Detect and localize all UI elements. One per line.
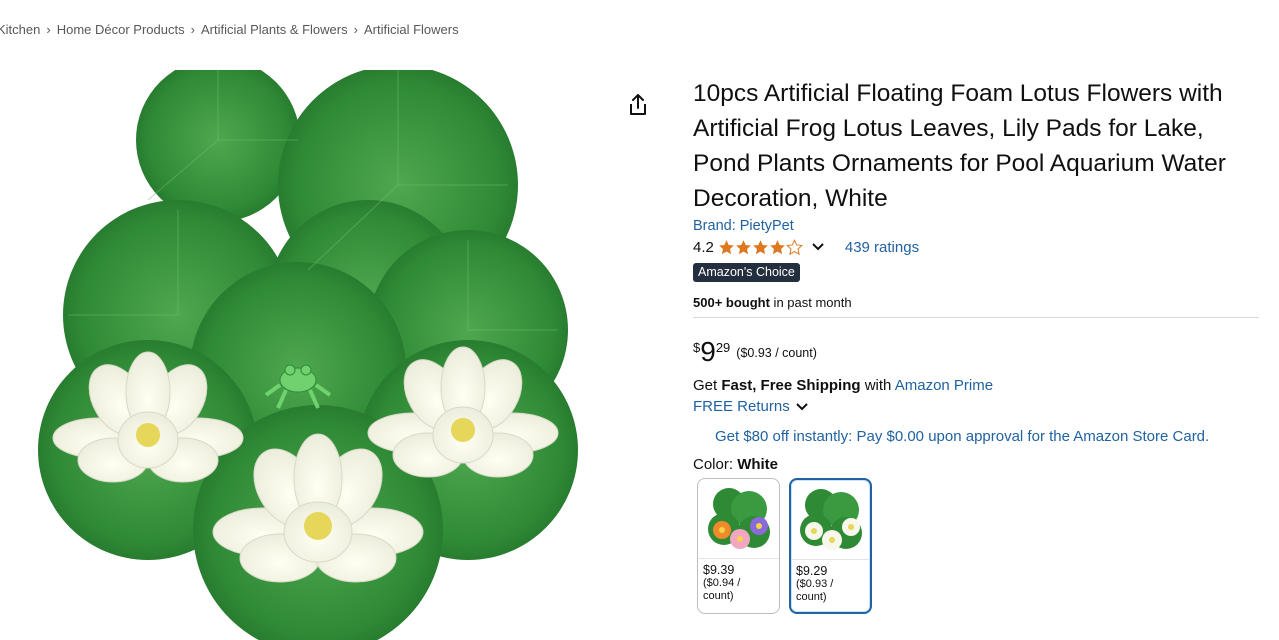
product-title: 10pcs Artificial Floating Foam Lotus Flo… bbox=[693, 80, 1226, 212]
rating-row: 4.2 439 ratings bbox=[693, 236, 1259, 258]
breadcrumb-separator: › bbox=[46, 22, 51, 37]
amazons-choice-badge[interactable]: Amazon's Choice bbox=[693, 263, 800, 282]
swatch-unit-price: ($0.93 / bbox=[796, 578, 834, 590]
breadcrumb: Kitchen › Home Décor Products › Artificial P… bbox=[0, 22, 459, 37]
brand-link[interactable]: Brand: PietyPet bbox=[693, 218, 1259, 234]
swatch-unit-price: count) bbox=[703, 590, 734, 602]
color-label-prefix: Color: bbox=[693, 456, 738, 473]
swatch-image bbox=[698, 479, 779, 559]
breadcrumb-item-artificial-flowers[interactable]: Artificial Flowers bbox=[364, 22, 459, 37]
star-full-icon bbox=[736, 239, 751, 254]
star-empty-icon bbox=[785, 238, 803, 255]
price-whole: 9 bbox=[700, 336, 716, 367]
color-selector-label: Color: White bbox=[693, 456, 1259, 473]
bought-suffix: in past month bbox=[769, 295, 852, 310]
color-swatch-white[interactable]: $9.29 ($0.93 / count) bbox=[789, 478, 872, 614]
bought-count: 500+ bought bbox=[693, 295, 770, 310]
price-symbol: $ bbox=[693, 340, 701, 355]
free-returns-label: FREE Returns bbox=[693, 398, 790, 415]
shipping-mid: with bbox=[860, 377, 895, 394]
star-full-icon bbox=[719, 239, 734, 254]
swatch-price: $9.39 bbox=[703, 563, 735, 577]
ratings-count-link[interactable]: 439 ratings bbox=[845, 239, 919, 256]
star-full-icon bbox=[770, 239, 785, 254]
chevron-down-icon[interactable] bbox=[811, 242, 825, 252]
shipping-info: Get Fast, Free Shipping with Amazon Prim… bbox=[693, 377, 1259, 394]
share-icon[interactable] bbox=[626, 92, 650, 118]
product-details: 10pcs Artificial Floating Foam Lotus Flo… bbox=[693, 76, 1259, 614]
swatch-unit-price: ($0.94 / bbox=[703, 577, 741, 589]
swatch-thumbnail-icon bbox=[799, 488, 862, 550]
swatch-price: $9.29 bbox=[796, 564, 828, 578]
swatch-image bbox=[791, 480, 870, 560]
free-returns[interactable]: FREE Returns bbox=[693, 398, 1259, 415]
rating-value: 4.2 bbox=[693, 238, 714, 256]
bought-in-past-month: 500+ bought in past month bbox=[693, 295, 1259, 310]
breadcrumb-separator: › bbox=[190, 22, 195, 37]
color-swatch-multicolor[interactable]: $9.39 ($0.94 / count) bbox=[697, 478, 780, 614]
star-full-icon bbox=[753, 239, 768, 254]
price-fraction: 29 bbox=[715, 340, 731, 355]
swatch-unit-price: count) bbox=[796, 591, 827, 603]
price: $ 9 29 ($0.93 / count) bbox=[693, 338, 1259, 370]
divider bbox=[693, 317, 1259, 318]
amazon-prime-link[interactable]: Amazon Prime bbox=[895, 377, 993, 394]
breadcrumb-item-kitchen[interactable]: Kitchen bbox=[0, 22, 40, 37]
chevron-down-icon bbox=[795, 402, 808, 410]
color-swatches: $9.39 ($0.94 / count) $9.29 ($0.93 / cou… bbox=[697, 478, 1259, 614]
shipping-bold: Fast, Free Shipping bbox=[721, 377, 861, 394]
product-image[interactable] bbox=[28, 70, 588, 640]
store-card-offer-link[interactable]: Get $80 off instantly: Pay $0.00 upon ap… bbox=[715, 428, 1259, 445]
star-rating[interactable] bbox=[718, 238, 803, 256]
breadcrumb-separator: › bbox=[353, 22, 358, 37]
swatch-thumbnail-icon bbox=[707, 487, 770, 549]
breadcrumb-item-home-decor[interactable]: Home Décor Products bbox=[57, 22, 185, 37]
breadcrumb-item-artificial-plants[interactable]: Artificial Plants & Flowers bbox=[201, 22, 348, 37]
unit-price: ($0.93 / count) bbox=[736, 346, 817, 360]
selected-color: White bbox=[737, 456, 779, 473]
shipping-prefix: Get bbox=[693, 377, 722, 394]
